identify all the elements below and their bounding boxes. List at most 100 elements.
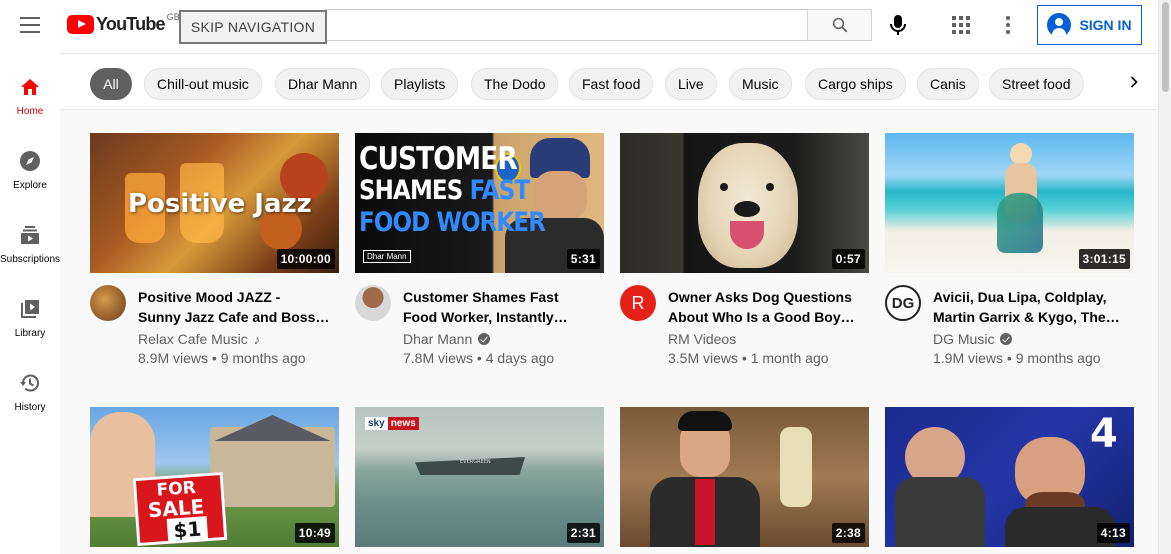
- video-thumbnail[interactable]: CUSTOMER SHAMES FAST FOOD WORKER Dhar Ma…: [355, 133, 604, 273]
- scrollbar-thumb[interactable]: [1162, 2, 1169, 92]
- channel-name[interactable]: Dhar Mann: [403, 331, 491, 347]
- chip-fast-food[interactable]: Fast food: [569, 68, 654, 100]
- channel-avatar[interactable]: DG: [885, 285, 921, 321]
- video-thumbnail[interactable]: Positive Jazz 10:00:00: [90, 133, 339, 273]
- video-card[interactable]: FOR SALE $1 10:49: [90, 407, 339, 547]
- lotion-bottle-image: [780, 427, 812, 507]
- video-duration: 5:31: [566, 249, 600, 269]
- microphone-icon: [890, 15, 906, 35]
- chip-canis[interactable]: Canis: [917, 68, 979, 100]
- search-button[interactable]: [807, 9, 872, 41]
- sidebar-item-home[interactable]: Home: [0, 67, 60, 123]
- sidebar-item-history[interactable]: History: [0, 363, 60, 419]
- settings-more-icon[interactable]: [1006, 16, 1010, 34]
- dog-eye: [766, 183, 774, 191]
- video-stats: 8.9M views • 9 months ago: [138, 350, 306, 366]
- search-icon: [832, 17, 847, 33]
- video-card[interactable]: 2:38: [620, 407, 869, 547]
- thumbnail-text: FOOD WORKER: [359, 207, 546, 238]
- voice-search-button[interactable]: [886, 13, 910, 37]
- chip-dhar-mann[interactable]: Dhar Mann: [275, 68, 371, 100]
- channel-avatar[interactable]: [90, 285, 126, 321]
- video-card[interactable]: 3:01:15 DG Avicii, Dua Lipa, Coldplay, Ma…: [885, 133, 1134, 373]
- video-thumbnail[interactable]: 0:57: [620, 133, 869, 273]
- hair-image: [678, 411, 732, 431]
- thumbnail-text: CUSTOMER: [359, 141, 518, 177]
- video-title[interactable]: Avicii, Dua Lipa, Coldplay, Martin Garrix…: [933, 287, 1127, 327]
- page-scrollbar[interactable]: [1158, 0, 1171, 554]
- video-duration: 3:01:15: [1078, 249, 1130, 269]
- video-title[interactable]: Owner Asks Dog Questions About Who Is a G…: [668, 287, 862, 327]
- chip-street-food[interactable]: Street food: [989, 68, 1084, 100]
- skip-navigation-button[interactable]: SKIP NAVIGATION: [179, 10, 327, 44]
- chip-music[interactable]: Music: [729, 68, 792, 100]
- verified-icon: [478, 333, 491, 345]
- video-card[interactable]: Positive Jazz 10:00:00 Positive Mood JAZ…: [90, 133, 339, 373]
- ship-name-text: EVERGREEN: [460, 459, 491, 465]
- chip-chill-out-music[interactable]: Chill-out music: [144, 68, 262, 100]
- home-icon: [21, 79, 39, 95]
- video-duration: 4:13: [1096, 523, 1130, 543]
- youtube-play-icon: [67, 15, 94, 34]
- video-card[interactable]: 4 4:13: [885, 407, 1134, 547]
- video-thumbnail[interactable]: FOR SALE $1 10:49: [90, 407, 339, 547]
- video-stats: 7.8M views • 4 days ago: [403, 350, 555, 366]
- country-code: GB: [166, 11, 180, 22]
- channel-avatar[interactable]: [355, 285, 391, 321]
- channel-name[interactable]: RM Videos: [668, 331, 736, 347]
- thumbnail-text: Positive Jazz: [128, 189, 312, 219]
- person-head: [1010, 143, 1032, 165]
- video-duration: 2:31: [566, 523, 600, 543]
- sign-in-button[interactable]: SIGN IN: [1037, 5, 1142, 45]
- dog-eye: [720, 183, 728, 191]
- sidebar-item-label: Explore: [13, 180, 47, 191]
- suit-image: [895, 477, 985, 547]
- youtube-logo[interactable]: YouTube GB: [67, 11, 180, 35]
- search-input[interactable]: [325, 9, 808, 41]
- brand-watermark: Dhar Mann: [363, 250, 411, 263]
- mini-guide: Home Explore Subscriptions Library Histo…: [0, 53, 60, 554]
- video-duration: 10:00:00: [276, 249, 335, 269]
- thumbnail-text: SHAMES FAST: [359, 175, 530, 206]
- for-sale-sign: FOR SALE $1: [132, 471, 228, 547]
- chip-playlists[interactable]: Playlists: [381, 68, 459, 100]
- sarong-image: [997, 193, 1043, 253]
- library-icon: [21, 300, 39, 318]
- verified-icon: [1000, 333, 1013, 345]
- video-card[interactable]: 0:57 R Owner Asks Dog Questions About Who…: [620, 133, 869, 373]
- video-stats: 1.9M views • 9 months ago: [933, 350, 1101, 366]
- channel-name[interactable]: DG Music: [933, 331, 1013, 347]
- video-thumbnail[interactable]: 2:38: [620, 407, 869, 547]
- chips-next-button[interactable]: [1100, 54, 1158, 109]
- video-duration: 10:49: [294, 523, 335, 543]
- sidebar-item-label: Library: [14, 328, 46, 339]
- dog-nose: [734, 201, 760, 217]
- sidebar-item-label: Home: [16, 106, 44, 117]
- sidebar-item-library[interactable]: Library: [0, 289, 60, 345]
- video-title[interactable]: Positive Mood JAZZ - Sunny Jazz Cafe and …: [138, 287, 332, 327]
- video-card[interactable]: EVERGREEN sky news 2:31: [355, 407, 604, 547]
- apps-icon[interactable]: [952, 16, 970, 34]
- channel-name[interactable]: Relax Cafe Music ♪: [138, 331, 260, 347]
- sidebar-item-explore[interactable]: Explore: [0, 141, 60, 197]
- channel-avatar[interactable]: R: [620, 285, 656, 321]
- shirt-image: [695, 479, 715, 545]
- video-thumbnail[interactable]: 3:01:15: [885, 133, 1134, 273]
- video-thumbnail[interactable]: 4 4:13: [885, 407, 1134, 547]
- menu-icon[interactable]: [20, 17, 40, 33]
- compass-icon: [20, 151, 40, 171]
- chip-live[interactable]: Live: [665, 68, 717, 100]
- masthead: YouTube GB SKIP NAVIGATION SIGN IN: [0, 0, 1158, 53]
- chips-bar: All Chill-out music Dhar Mann Playlists …: [60, 53, 1158, 110]
- video-duration: 2:38: [831, 523, 865, 543]
- sidebar-item-subscriptions[interactable]: Subscriptions: [0, 215, 60, 271]
- history-icon: [20, 374, 39, 392]
- video-title[interactable]: Customer Shames Fast Food Worker, Instant…: [403, 287, 597, 327]
- video-card[interactable]: CUSTOMER SHAMES FAST FOOD WORKER Dhar Ma…: [355, 133, 604, 373]
- sky-news-logo: sky news: [365, 417, 419, 430]
- subscriptions-icon: [21, 226, 39, 244]
- chip-the-dodo[interactable]: The Dodo: [471, 68, 559, 100]
- video-thumbnail[interactable]: EVERGREEN sky news 2:31: [355, 407, 604, 547]
- chip-cargo-ships[interactable]: Cargo ships: [805, 68, 906, 100]
- chip-all[interactable]: All: [90, 68, 132, 100]
